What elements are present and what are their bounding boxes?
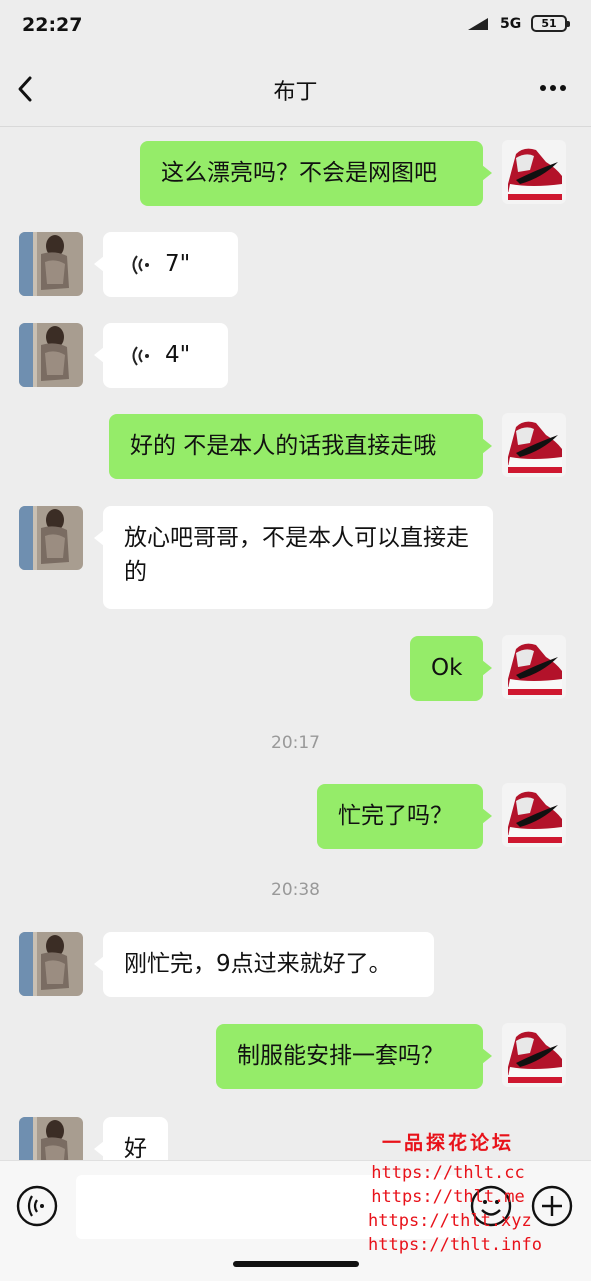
chat-timestamp: 20:38 bbox=[271, 880, 320, 900]
voice-duration: 4" bbox=[165, 342, 191, 368]
watermark-url: https://thlt.me bbox=[371, 1187, 525, 1207]
my-avatar[interactable] bbox=[502, 783, 566, 847]
watermark-title: 一品探花论坛 bbox=[381, 1132, 514, 1154]
voice-wave-icon bbox=[132, 346, 149, 366]
message-bubble[interactable]: 制服能安排一套吗？ bbox=[216, 1024, 492, 1089]
voice-input-icon[interactable] bbox=[16, 1185, 58, 1227]
contact-avatar[interactable] bbox=[19, 232, 83, 296]
my-avatar[interactable] bbox=[502, 1023, 566, 1087]
message-bubble[interactable]: 放心吧哥哥，不是本人可以直接走的 bbox=[94, 506, 493, 609]
contact-avatar[interactable] bbox=[19, 1117, 83, 1160]
voice-message-bubble[interactable]: 4" bbox=[94, 323, 228, 388]
voice-wave-icon bbox=[132, 255, 149, 275]
voice-message-bubble[interactable]: 7" bbox=[94, 232, 238, 297]
message-text: 放心吧哥哥，不是本人可以直接走的 bbox=[124, 525, 469, 585]
watermark-url: https://thlt.cc bbox=[371, 1163, 525, 1183]
status-time: 22:27 bbox=[22, 14, 83, 36]
message-bubble[interactable]: 好的 不是本人的话我直接走哦 bbox=[109, 414, 492, 479]
contact-avatar[interactable] bbox=[19, 323, 83, 387]
message-text: 忙完了吗？ bbox=[338, 803, 453, 829]
message-incoming: 刚忙完，9点过来就好了。 bbox=[0, 931, 591, 997]
chat-timestamp: 20:17 bbox=[271, 733, 320, 753]
voice-duration: 7" bbox=[165, 251, 191, 277]
message-bubble[interactable]: 好 bbox=[94, 1117, 168, 1160]
network-type: 5G bbox=[500, 16, 522, 32]
more-options-icon[interactable] bbox=[538, 80, 568, 96]
message-bubble[interactable]: 忙完了吗？ bbox=[317, 784, 492, 849]
status-bar: 22:27 5G 51 bbox=[0, 0, 591, 52]
message-list[interactable]: 这么漂亮吗？不会是网图吧 7" 4" 好的 不是本人的话我直接走哦 放心吧哥哥，… bbox=[0, 127, 591, 1160]
message-outgoing: 这么漂亮吗？不会是网图吧 bbox=[0, 140, 591, 206]
message-incoming-voice: 4" bbox=[0, 322, 591, 388]
message-text: 好的 不是本人的话我直接走哦 bbox=[130, 433, 437, 459]
message-bubble[interactable]: Ok bbox=[410, 636, 492, 701]
watermark: 一品探花论坛 https://thlt.cc https://thlt.me h… bbox=[368, 1128, 542, 1257]
my-avatar[interactable] bbox=[502, 635, 566, 699]
cell-signal-icon bbox=[468, 18, 488, 30]
message-text: 这么漂亮吗？不会是网图吧 bbox=[161, 160, 437, 186]
watermark-url: https://thlt.info bbox=[368, 1235, 542, 1255]
message-outgoing: 好的 不是本人的话我直接走哦 bbox=[0, 413, 591, 479]
message-incoming-voice: 7" bbox=[0, 231, 591, 297]
plus-icon[interactable] bbox=[531, 1185, 573, 1227]
message-bubble[interactable]: 刚忙完，9点过来就好了。 bbox=[94, 932, 434, 997]
message-text: 制服能安排一套吗？ bbox=[237, 1043, 444, 1069]
message-outgoing: Ok bbox=[0, 635, 591, 701]
message-text: Ok bbox=[431, 655, 463, 681]
battery-icon: 51 bbox=[531, 15, 570, 32]
contact-avatar[interactable] bbox=[19, 506, 83, 570]
message-text: 好 bbox=[124, 1136, 147, 1160]
message-text: 刚忙完，9点过来就好了。 bbox=[124, 951, 392, 977]
my-avatar[interactable] bbox=[502, 413, 566, 477]
watermark-url: https://thlt.xyz bbox=[368, 1211, 532, 1231]
my-avatar[interactable] bbox=[502, 140, 566, 204]
contact-avatar[interactable] bbox=[19, 932, 83, 996]
message-outgoing: 制服能安排一套吗？ bbox=[0, 1023, 591, 1089]
message-incoming: 放心吧哥哥，不是本人可以直接走的 bbox=[0, 505, 591, 609]
home-indicator bbox=[233, 1261, 359, 1267]
message-bubble[interactable]: 这么漂亮吗？不会是网图吧 bbox=[140, 141, 492, 206]
chat-header: 布丁 bbox=[0, 52, 591, 127]
message-outgoing: 忙完了吗？ bbox=[0, 783, 591, 849]
chat-title: 布丁 bbox=[273, 80, 318, 105]
